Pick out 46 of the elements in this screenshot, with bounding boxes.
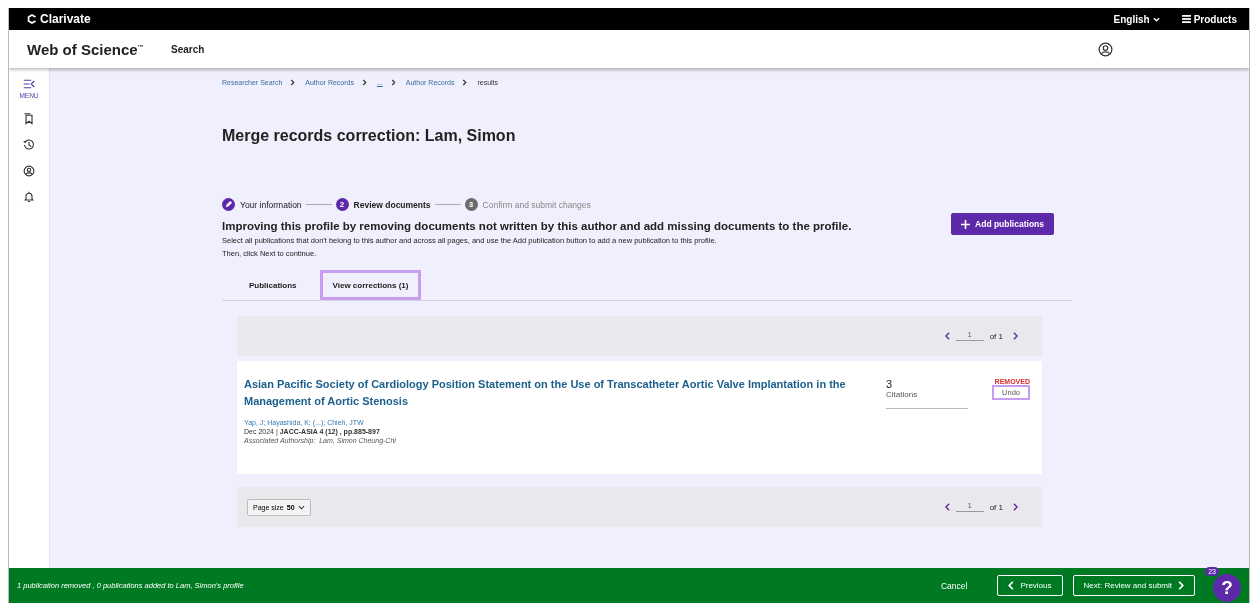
account-icon[interactable] — [1098, 41, 1113, 57]
cancel-button[interactable]: Cancel — [934, 579, 974, 592]
chevron-icon — [390, 78, 396, 86]
search-link[interactable]: Search — [171, 43, 205, 55]
step-label: Confirm and submit changes — [482, 199, 591, 210]
record-title-link[interactable]: Asian Pacific Society of Cardiology Position Statement on the Use of Transcatheter Aortic Valve Implantation in the Management of Aortic Stenosis — [244, 376, 864, 411]
next-page-icon[interactable] — [1013, 503, 1018, 511]
chevron-icon — [1152, 16, 1160, 22]
chevron-icon — [290, 78, 296, 86]
language-menu[interactable]: English — [1113, 13, 1160, 25]
products-menu[interactable]: Products — [1181, 13, 1237, 25]
citations-label: Citations — [886, 390, 919, 399]
section-heading: Improving this profile by removing documents not written by this author and add missing documents to the profile. — [222, 220, 852, 232]
page-title: Merge records correction: Lam, Simon — [222, 127, 517, 145]
tab[interactable]: Publications — [236, 270, 310, 300]
step-label: Your information — [240, 199, 302, 210]
profile-icon[interactable] — [23, 165, 35, 177]
tab[interactable]: View corrections (1) — [319, 270, 422, 300]
step-label: Review documents — [353, 199, 431, 210]
previous-page-icon[interactable] — [944, 503, 950, 511]
next-button[interactable]: Next: Review and submit — [1072, 575, 1195, 596]
chevron-icon — [1178, 581, 1184, 590]
bookmark-icon[interactable] — [23, 113, 35, 125]
grid-icon — [1181, 15, 1191, 23]
help-button[interactable]: ? — [1213, 574, 1241, 602]
chevron-icon — [1008, 581, 1015, 590]
brand-name: Clarivate — [40, 12, 91, 26]
chevron-icon — [297, 504, 305, 510]
step-done-icon — [222, 198, 235, 211]
step-number: 2 — [335, 198, 349, 211]
previous-page-icon[interactable] — [944, 332, 950, 340]
chevron-icon — [361, 78, 367, 86]
chevron-icon — [462, 78, 468, 86]
bell-icon[interactable] — [23, 191, 35, 203]
page-count: of 1 — [989, 331, 1003, 341]
previous-button[interactable]: Previous — [997, 575, 1063, 596]
citation-count: 3 — [886, 378, 894, 390]
page-count: of 1 — [989, 502, 1003, 512]
menu-icon — [23, 78, 35, 90]
step-number: 3 — [464, 198, 478, 211]
add-publications-button[interactable]: Add publications — [951, 213, 1054, 235]
next-page-icon[interactable] — [1013, 332, 1018, 340]
plus-icon — [961, 219, 971, 229]
logo-icon — [27, 14, 37, 24]
history-icon[interactable] — [23, 139, 35, 151]
product-name[interactable]: Web of Science$^{™}$ — [27, 40, 171, 58]
